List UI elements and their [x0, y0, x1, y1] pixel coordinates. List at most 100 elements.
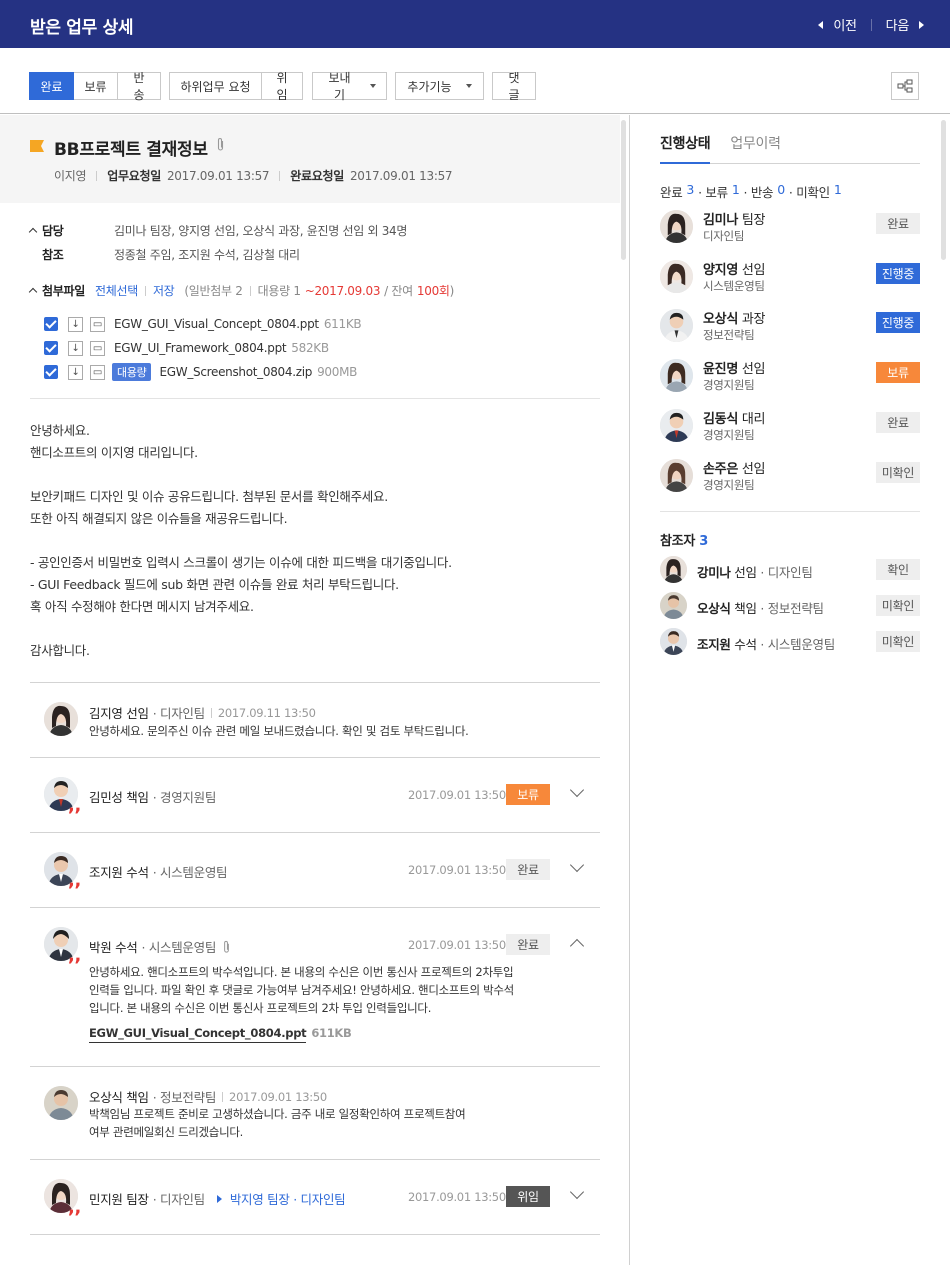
due-date-label: 완료요청일 [290, 169, 344, 183]
author-name[interactable]: 조지원 수석 [89, 862, 149, 881]
section-divider [30, 757, 600, 758]
delegate-target[interactable]: 박지영 팀장 · 디자인팀 [230, 1189, 346, 1208]
status-badge: 미확인 [876, 631, 920, 652]
chevron-up-icon[interactable] [569, 938, 585, 954]
side-tabs: 진행상태 업무이력 [660, 133, 920, 164]
assignee-dept: 경영지원팀 [703, 428, 755, 442]
file-size: 582KB [291, 341, 329, 355]
meta-divider [96, 170, 98, 181]
comment-item: 김지영 선임 · 디자인팀 2017.09.11 13:50 안녕하세요. 문의… [44, 702, 600, 742]
reference-item[interactable]: 강미나 선임 · 디자인팀 확인 [660, 556, 920, 586]
avatar [660, 359, 693, 392]
next-arrow-icon[interactable] [919, 20, 924, 29]
comment-item: ,, 김민성 책임 · 경영지원팀 2017.09.01 13:50 보류 [44, 777, 600, 817]
tab-progress[interactable]: 진행상태 [660, 133, 711, 164]
right-scrollbar[interactable] [941, 120, 946, 260]
file-size: 611KB [323, 317, 362, 331]
nav-divider [870, 18, 872, 31]
subtask-request-button[interactable]: 하위업무 요청 [169, 72, 262, 100]
send-button[interactable]: 보내기 [312, 71, 387, 102]
file-name[interactable]: EGW_Screenshot_0804.zip [159, 365, 312, 379]
collapse-icon[interactable] [28, 227, 38, 237]
author-name[interactable]: 김민성 책임 [89, 787, 149, 806]
chevron-down-icon[interactable] [569, 782, 585, 798]
author-name[interactable]: 박원 수석 [89, 937, 138, 956]
assignee-item[interactable]: 손주은 선임 경영지원팀 미확인 [660, 457, 920, 497]
more-label: 추가기능 [407, 79, 452, 94]
avatar [660, 309, 693, 342]
comment-date: 2017.09.01 13:50 [229, 1089, 327, 1104]
large-file-tag: 대용량 [112, 363, 152, 381]
author-dept: · 시스템운영팀 [152, 865, 228, 880]
delegate-button[interactable]: 위임 [261, 71, 303, 102]
person-rank: 선임 [741, 362, 766, 377]
file-checkbox[interactable] [44, 341, 58, 355]
folder-icon[interactable]: ▭ [90, 316, 105, 332]
assignee-item[interactable]: 양지영 선임 시스템운영팀 진행중 [660, 258, 920, 298]
left-scrollbar[interactable] [621, 120, 626, 260]
summary-count: 1 [833, 182, 842, 197]
attachment-link[interactable]: EGW_GUI_Visual_Concept_0804.ppt [89, 1024, 307, 1043]
download-icon[interactable]: ↓ [68, 340, 83, 356]
select-all-link[interactable]: 전체선택 [95, 282, 138, 299]
return-button[interactable]: 반송 [117, 71, 161, 102]
assignee-item[interactable]: 윤진명 선임 경영지원팀 보류 [660, 357, 920, 397]
person-dept: · 시스템운영팀 [760, 637, 835, 652]
tab-history[interactable]: 업무이력 [730, 133, 781, 164]
folder-icon[interactable]: ▭ [90, 340, 105, 356]
author-name[interactable]: 오상식 책임 [89, 1087, 149, 1106]
save-link[interactable]: 저장 [153, 282, 175, 299]
chevron-down-icon[interactable] [569, 857, 585, 873]
document-title: BB프로젝트 결재정보 [54, 140, 208, 160]
assignee-dept: 정보전략팀 [703, 328, 755, 342]
more-functions-button[interactable]: 추가기능 [395, 72, 484, 100]
comment-text: 안녕하세요. 문의주신 이슈 관련 메일 보내드렸습니다. 확인 및 검토 부탁… [89, 724, 469, 738]
divider [249, 285, 251, 296]
large-count: 대용량 1 [257, 284, 301, 298]
hold-button[interactable]: 보류 [73, 72, 118, 100]
attachment-label: 첨부파일 [42, 284, 85, 298]
download-icon[interactable]: ↓ [68, 316, 83, 332]
comment-line: 입니다. 본 내용의 수신은 이번 통신사 프로젝트의 2차 투입 인력들입니다… [89, 1001, 432, 1015]
person-name: 조지원 [697, 637, 731, 652]
prev-button[interactable]: 이전 [833, 15, 857, 34]
file-checkbox[interactable] [44, 365, 58, 379]
comment-button[interactable]: 댓글 [492, 71, 536, 102]
meta-divider [279, 170, 281, 181]
prev-arrow-icon[interactable] [818, 20, 824, 29]
status-badge: 진행중 [876, 312, 920, 333]
comment-item: 오상식 책임 · 정보전략팀 2017.09.01 13:50 박책임님 프로젝… [44, 1086, 600, 1142]
person-name: 김미나 [703, 213, 738, 228]
comment-text: 안녕하세요. 핸디소프트의 박수석입니다. 본 내용의 수신은 이번 통신사 프… [89, 963, 514, 1017]
assignee-item[interactable]: 김미나 팀장 디자인팀 완료 [660, 208, 920, 248]
author-name[interactable]: 김지영 선임 [89, 703, 149, 722]
reference-item[interactable]: 오상식 책임 · 정보전략팀 미확인 [660, 592, 920, 622]
section-divider [30, 832, 600, 833]
status-summary: 완료 3 · 보류 1 · 반송 0 · 미확인 1 [660, 182, 842, 201]
author-dept: · 디자인팀 [152, 706, 205, 721]
file-checkbox[interactable] [44, 317, 58, 331]
folder-icon[interactable]: ▭ [90, 364, 105, 380]
section-divider [30, 398, 600, 399]
file-name[interactable]: EGW_GUI_Visual_Concept_0804.ppt [114, 317, 319, 331]
send-dropdown[interactable]: 보내기 [312, 71, 387, 102]
assignee-name: 양지영 선임 [703, 259, 765, 278]
comment-date: 2017.09.01 13:50 [408, 788, 506, 802]
collapse-icon[interactable] [28, 287, 38, 297]
share-button[interactable] [891, 72, 919, 100]
status-badge: 완료 [876, 213, 920, 234]
reference-item[interactable]: 조지원 수석 · 시스템운영팀 미확인 [660, 628, 920, 658]
more-dropdown[interactable]: 추가기능 [395, 72, 484, 100]
file-name[interactable]: EGW_UI_Framework_0804.ppt [114, 341, 287, 355]
next-button[interactable]: 다음 [886, 15, 910, 34]
reference-list: 정종철 주임, 조지원 수석, 김상철 대리 [114, 248, 300, 262]
assignee-item[interactable]: 오상식 과장 정보전략팀 진행중 [660, 307, 920, 347]
author-name[interactable]: 민지원 팀장 [89, 1189, 149, 1208]
summary-label: · 미확인 [788, 185, 830, 200]
download-icon[interactable]: ↓ [68, 364, 83, 380]
person-name: 오상식 [703, 312, 738, 327]
assignee-item[interactable]: 김동식 대리 경영지원팀 완료 [660, 407, 920, 447]
complete-button[interactable]: 완료 [29, 72, 74, 100]
chevron-down-icon[interactable] [569, 1184, 585, 1200]
avatar [660, 592, 687, 619]
